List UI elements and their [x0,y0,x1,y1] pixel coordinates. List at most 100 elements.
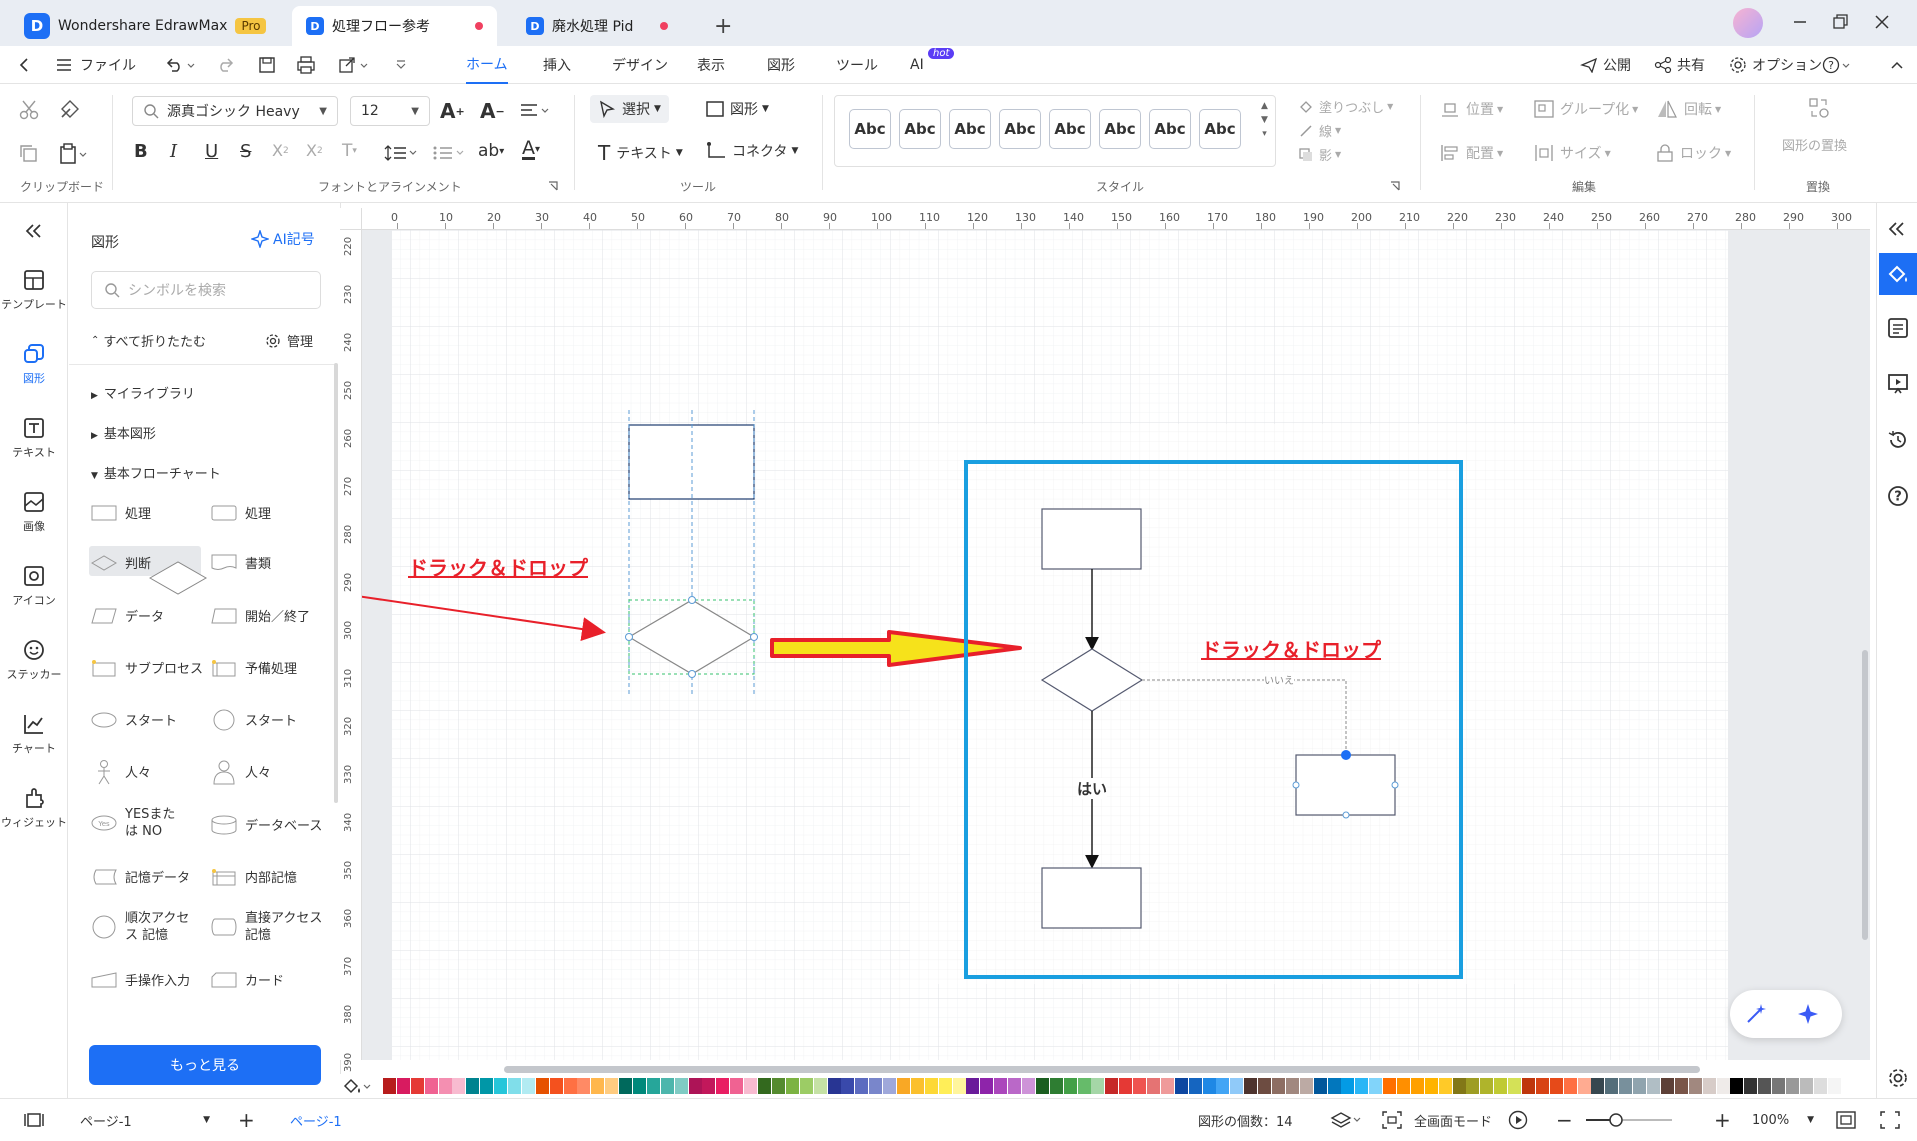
color-swatch[interactable] [549,1078,563,1094]
category-basic-flowchart[interactable]: ▼ 基本フローチャート [91,463,221,482]
history-icon[interactable] [1887,429,1909,451]
color-swatch[interactable] [438,1078,452,1094]
help-icon[interactable]: ? [1887,485,1909,507]
options-button[interactable]: オプション [1729,46,1822,84]
color-swatch[interactable] [1285,1078,1299,1094]
color-swatch[interactable] [771,1078,785,1094]
tab-design[interactable]: デザイン [612,46,668,84]
paste-icon[interactable] [58,143,88,165]
color-swatch[interactable] [466,1078,480,1094]
font-dialog-launcher-icon[interactable] [548,181,558,191]
copy-icon[interactable] [18,143,40,165]
style-preset-7[interactable]: Abc [1149,109,1191,149]
connector-tool-button[interactable]: コネクタ ▼ [706,141,798,161]
color-swatch[interactable] [1313,1078,1327,1094]
app-tab[interactable]: D Wondershare EdrawMax Pro [8,6,280,46]
color-swatch[interactable] [1383,1078,1397,1094]
color-swatch[interactable] [966,1078,980,1094]
color-swatch[interactable] [994,1078,1008,1094]
zoom-select[interactable]: 100% ▼ [1752,1099,1814,1141]
shape-start-oval[interactable]: スタート [91,710,177,729]
shape-internal-storage[interactable]: 内部記憶 [211,867,297,886]
help-icon[interactable]: ? [1822,46,1852,84]
color-swatch[interactable] [646,1078,660,1094]
print-icon[interactable] [296,46,316,84]
color-swatch[interactable] [1758,1078,1772,1094]
color-swatch[interactable] [1660,1078,1674,1094]
shape-process[interactable]: 処理 [91,503,151,522]
font-color-icon[interactable]: A ▾ [522,139,540,160]
color-swatch[interactable] [1619,1078,1633,1094]
shape-person[interactable]: 人々 [91,759,151,784]
restore-icon[interactable] [1830,12,1850,32]
color-swatch[interactable] [813,1078,827,1094]
shape-data[interactable]: データ [91,606,164,625]
shape-start-circle[interactable]: スタート [211,709,297,730]
nav-image[interactable]: 画像 [0,491,68,534]
color-swatch[interactable] [1799,1078,1813,1094]
color-swatch[interactable] [605,1078,619,1094]
nav-text[interactable]: テキスト [0,417,68,460]
tab-shape[interactable]: 図形 [767,46,795,84]
select-tool-button[interactable]: 選択 ▼ [590,95,669,123]
style-preset-2[interactable]: Abc [899,109,941,149]
category-basic-shapes[interactable]: ▶ 基本図形 [91,423,156,442]
avatar[interactable] [1733,8,1763,38]
color-swatch[interactable] [1327,1078,1341,1094]
shape-person-2[interactable]: 人々 [211,760,271,784]
shape-start-end[interactable]: 開始／終了 [211,606,310,625]
color-swatch[interactable] [1813,1078,1827,1094]
color-swatch[interactable] [1272,1078,1285,1094]
color-swatch[interactable] [1355,1078,1369,1094]
expand-view-icon[interactable] [1880,1099,1900,1141]
fit-page-icon[interactable] [1836,1099,1856,1141]
color-swatch[interactable] [1730,1078,1744,1094]
focus-mode-icon[interactable] [1382,1099,1402,1141]
nav-templates[interactable]: テンプレート [0,269,68,312]
nav-shapes[interactable]: 図形 [0,343,68,386]
color-swatch[interactable] [535,1078,549,1094]
color-swatch[interactable] [688,1078,702,1094]
color-swatch[interactable] [1216,1078,1230,1094]
fullscreen-mode-button[interactable]: 全画面モード [1414,1099,1492,1141]
color-swatch[interactable] [1119,1078,1133,1094]
shape-yes-no[interactable]: Yes YESまたは NO [91,806,201,840]
color-swatch[interactable] [1549,1078,1563,1094]
collapse-ribbon-icon[interactable] [1890,46,1904,84]
color-swatch[interactable] [1563,1078,1577,1094]
share-button[interactable]: 共有 [1654,46,1705,84]
color-swatch[interactable] [1160,1078,1174,1094]
save-icon[interactable] [258,46,276,84]
text-case-icon[interactable]: T ▾ [342,141,357,161]
color-swatch[interactable] [1438,1078,1452,1094]
color-swatch[interactable] [577,1078,591,1094]
color-swatch[interactable] [1535,1078,1549,1094]
add-page-button[interactable]: + [238,1099,255,1141]
color-swatch[interactable] [910,1078,924,1094]
color-swatch[interactable] [952,1078,966,1094]
ai-sparkle-icon[interactable] [1796,1002,1820,1026]
fill-picker-icon[interactable] [342,1077,372,1095]
color-swatch[interactable] [1772,1078,1786,1094]
zoom-slider[interactable] [1584,1099,1674,1141]
color-swatch[interactable] [1230,1078,1244,1094]
color-swatch[interactable] [1299,1078,1313,1094]
undo-icon[interactable] [166,46,196,84]
tab-home[interactable]: ホーム [466,46,508,84]
color-swatch[interactable] [1202,1078,1216,1094]
color-swatch[interactable] [869,1078,883,1094]
color-swatch[interactable] [883,1078,897,1094]
superscript-icon[interactable]: X2 [272,141,289,160]
color-swatch[interactable] [716,1078,730,1094]
line-button[interactable]: 線 ▼ [1298,121,1341,140]
shape-sequential-access[interactable]: 順次アクセス 記憶 [91,910,201,944]
color-swatch[interactable] [1522,1078,1536,1094]
color-swatch[interactable] [1508,1078,1522,1094]
color-swatch[interactable] [383,1078,396,1094]
color-swatch[interactable] [1827,1078,1841,1094]
shadow-button[interactable]: 影 ▼ [1298,145,1341,164]
group-button[interactable]: グループ化 ▼ [1534,99,1638,119]
zoom-out-button[interactable]: − [1556,1099,1573,1141]
color-swatch[interactable] [1341,1078,1355,1094]
color-swatch[interactable] [1577,1078,1591,1094]
